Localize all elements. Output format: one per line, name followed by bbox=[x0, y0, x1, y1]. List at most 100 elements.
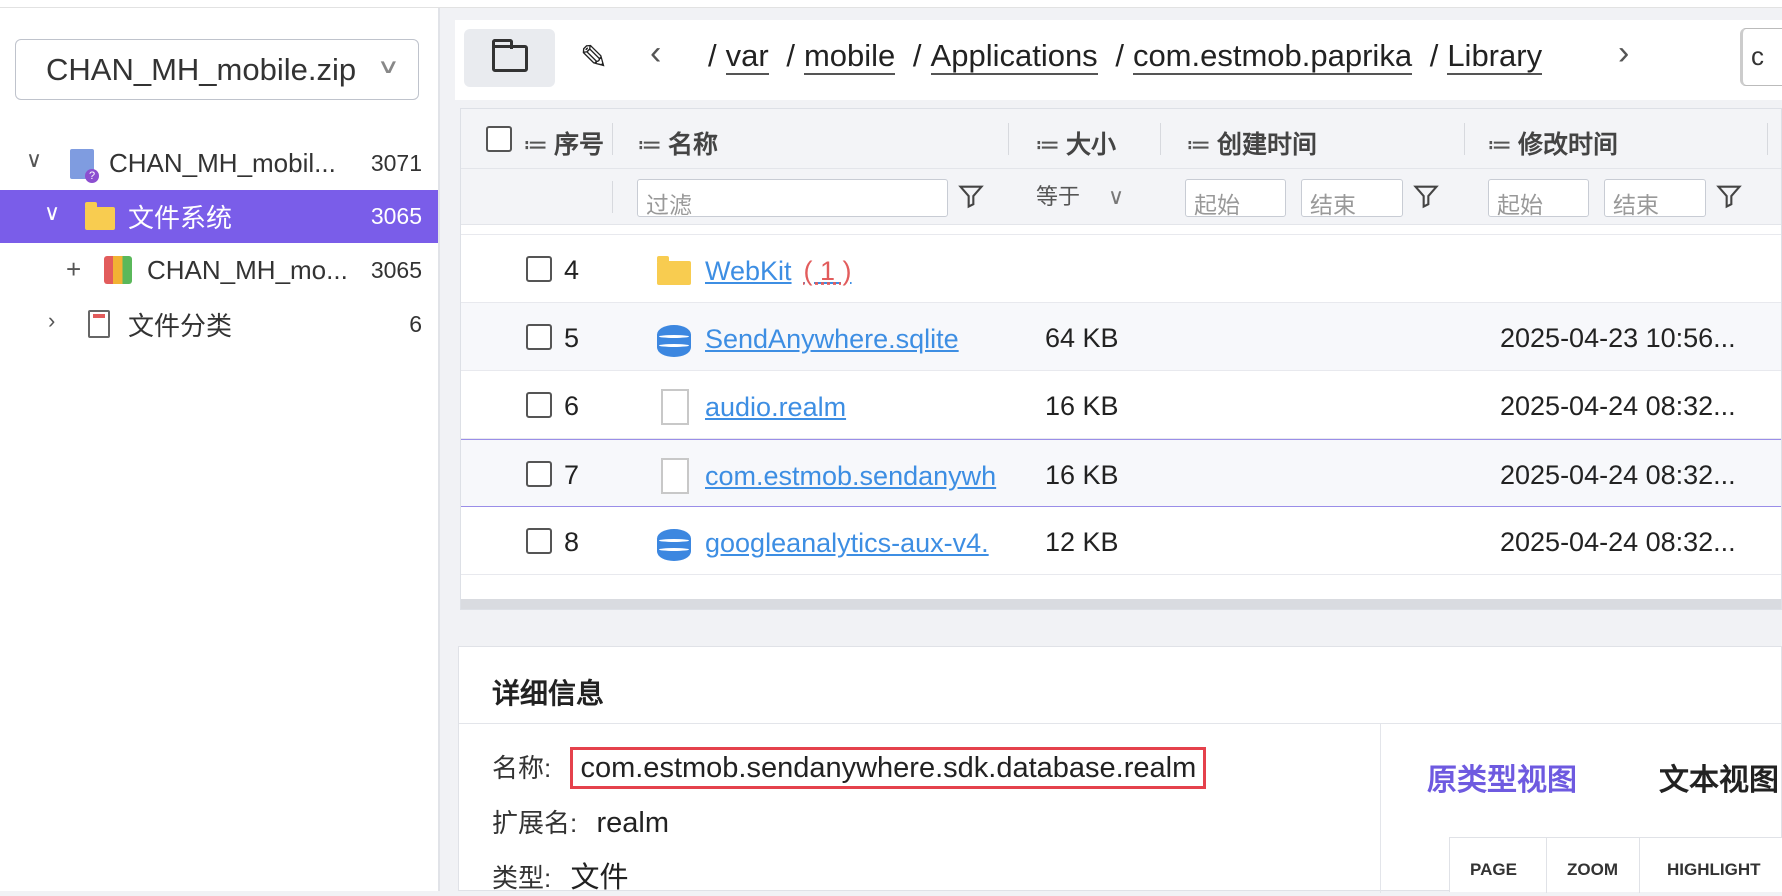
row-checkbox[interactable] bbox=[526, 392, 552, 418]
file-name-link[interactable]: googleanalytics-aux-v4. bbox=[705, 528, 1017, 559]
tree-item-filesystem[interactable]: ∨ 文件系统 3065 bbox=[0, 190, 438, 243]
detail-type-row: 类型: 文件 bbox=[492, 854, 628, 896]
column-header-size[interactable]: ≔ 大小 bbox=[1035, 125, 1116, 161]
row-checkbox[interactable] bbox=[526, 528, 552, 554]
viewer-highlight-button[interactable]: HIGHLIGHT bbox=[1667, 860, 1761, 880]
column-resizer[interactable] bbox=[1767, 123, 1768, 155]
folder-view-button[interactable] bbox=[464, 29, 555, 87]
column-header-index[interactable]: ≔ 序号 bbox=[523, 125, 604, 161]
modified-end-input[interactable]: 结束 bbox=[1604, 179, 1706, 218]
tree-item-archive[interactable]: + CHAN_MH_mo... 3065 bbox=[0, 244, 438, 297]
size-operator-select[interactable]: 等于 ∨ bbox=[1036, 179, 1124, 211]
table-row[interactable]: 5 SendAnywhere.sqlite 64 KB 2025-04-23 1… bbox=[461, 303, 1781, 371]
case-select-value: CHAN_MH_mobile.zip bbox=[46, 51, 357, 87]
viewer-toolbar: PAGE ZOOM HIGHLIGHT bbox=[1449, 837, 1782, 893]
file-name: WebKit bbox=[705, 256, 792, 286]
case-select-dropdown[interactable]: CHAN_MH_mobile.zip ∨ bbox=[15, 39, 419, 100]
breadcrumb-item[interactable]: com.estmob.paprika bbox=[1132, 38, 1413, 75]
panel-divider[interactable] bbox=[438, 8, 440, 891]
detail-name-value: com.estmob.sendanywhere.sdk.database.rea… bbox=[570, 747, 1207, 789]
breadcrumb-item[interactable]: Applications bbox=[930, 38, 1098, 75]
horizontal-scrollbar[interactable] bbox=[461, 599, 1781, 609]
column-label: 大小 bbox=[1066, 131, 1117, 159]
chevron-down-icon[interactable]: ∨ bbox=[44, 200, 60, 226]
viewer-zoom-button[interactable]: ZOOM bbox=[1567, 860, 1618, 880]
column-header-created[interactable]: ≔ 创建时间 bbox=[1186, 125, 1317, 161]
row-index: 7 bbox=[564, 460, 580, 490]
tree-item-count: 6 bbox=[409, 311, 422, 337]
table-row[interactable]: 6 audio.realm 16 KB 2025-04-24 08:32... bbox=[461, 371, 1781, 439]
table-row-partial bbox=[461, 225, 1781, 235]
file-icon bbox=[661, 458, 689, 494]
column-resizer[interactable] bbox=[1160, 123, 1161, 155]
name-filter-input[interactable]: 过滤 bbox=[637, 179, 948, 218]
tree-item-case[interactable]: ∨ CHAN_MH_mobil... 3071 bbox=[0, 137, 438, 190]
row-checkbox[interactable] bbox=[526, 461, 552, 487]
tree-item-label: 文件分类 bbox=[128, 311, 233, 341]
modified-time: 2025-04-24 08:32... bbox=[1500, 391, 1736, 421]
column-header-name[interactable]: ≔ 名称 bbox=[637, 125, 718, 161]
detail-ext-value: realm bbox=[596, 807, 669, 839]
tree-item-count: 3065 bbox=[370, 203, 422, 229]
filter-icon[interactable] bbox=[1715, 181, 1743, 211]
column-resizer[interactable] bbox=[1464, 123, 1465, 155]
file-name-link[interactable]: SendAnywhere.sqlite bbox=[705, 324, 1017, 355]
file-name-link[interactable]: audio.realm bbox=[705, 392, 1017, 423]
edit-icon[interactable]: ✎ bbox=[574, 38, 614, 78]
tab-raw-view[interactable]: 原类型视图 bbox=[1427, 755, 1577, 799]
column-resizer[interactable] bbox=[612, 123, 613, 155]
database-icon bbox=[657, 325, 691, 357]
tree-item-file-category[interactable]: › 文件分类 6 bbox=[0, 298, 438, 351]
tree-item-count: 3071 bbox=[370, 150, 422, 176]
divider bbox=[1546, 838, 1547, 893]
table-row[interactable]: 4 WebKit ( 1 ) bbox=[461, 235, 1781, 303]
file-size: 64 KB bbox=[1045, 323, 1119, 353]
created-end-input[interactable]: 结束 bbox=[1301, 179, 1403, 218]
chevron-right-icon[interactable]: › bbox=[48, 308, 55, 334]
folder-icon bbox=[85, 202, 115, 230]
divider bbox=[1639, 838, 1640, 893]
created-start-input[interactable]: 起始 bbox=[1185, 179, 1286, 218]
row-index: 5 bbox=[564, 323, 580, 353]
column-header-modified[interactable]: ≔ 修改时间 bbox=[1487, 125, 1618, 161]
filter-icon[interactable] bbox=[1412, 181, 1440, 211]
select-all-checkbox[interactable] bbox=[486, 126, 512, 152]
breadcrumb-item[interactable]: mobile bbox=[803, 38, 896, 75]
row-checkbox[interactable] bbox=[526, 256, 552, 282]
detail-label: 名称: bbox=[492, 753, 552, 783]
chevron-down-icon[interactable]: ∨ bbox=[26, 147, 42, 173]
column-label: 序号 bbox=[554, 131, 605, 159]
file-size: 16 KB bbox=[1045, 391, 1119, 421]
tree-item-label: CHAN_MH_mobil... bbox=[109, 148, 336, 178]
modified-start-input[interactable]: 起始 bbox=[1488, 179, 1589, 218]
tree-item-count: 3065 bbox=[370, 257, 422, 283]
table-row[interactable]: 8 googleanalytics-aux-v4. 12 KB 2025-04-… bbox=[461, 507, 1781, 575]
row-checkbox[interactable] bbox=[526, 324, 552, 350]
detail-ext-row: 扩展名: realm bbox=[492, 803, 669, 840]
modified-time: 2025-04-23 10:56... bbox=[1500, 323, 1736, 353]
detail-label: 扩展名: bbox=[492, 808, 578, 838]
row-index: 6 bbox=[564, 391, 580, 421]
detail-label: 类型: bbox=[492, 863, 552, 893]
breadcrumb-item[interactable]: var bbox=[725, 38, 769, 75]
expand-plus-icon[interactable]: + bbox=[66, 254, 81, 285]
folder-icon bbox=[491, 38, 528, 72]
details-title: 详细信息 bbox=[492, 678, 605, 709]
tree-item-label: 文件系统 bbox=[128, 203, 233, 233]
table-row-selected[interactable]: 7 com.estmob.sendanywh 16 KB 2025-04-24 … bbox=[461, 439, 1781, 507]
filter-icon[interactable] bbox=[957, 181, 985, 211]
chevron-right-icon[interactable]: › bbox=[1618, 34, 1629, 73]
chevron-left-icon[interactable]: ‹ bbox=[650, 34, 661, 73]
file-name-link[interactable]: WebKit ( 1 ) bbox=[705, 256, 1017, 287]
viewer-page-button[interactable]: PAGE bbox=[1470, 860, 1517, 880]
file-name-link[interactable]: com.estmob.sendanywh bbox=[705, 461, 1017, 492]
left-panel: CHAN_MH_mobile.zip ∨ ∨ CHAN_MH_mobil... … bbox=[0, 8, 438, 891]
details-panel: 详细信息 名称: com.estmob.sendanywhere.sdk.dat… bbox=[458, 646, 1782, 894]
breadcrumb-item[interactable]: Library bbox=[1447, 38, 1543, 75]
breadcrumb: / var / mobile / Applications / com.estmob.p… bbox=[708, 38, 1543, 75]
search-input[interactable]: c bbox=[1740, 28, 1782, 86]
tab-text-view[interactable]: 文本视图 bbox=[1659, 755, 1779, 799]
tree-item-label: CHAN_MH_mo... bbox=[147, 255, 348, 285]
file-size: 16 KB bbox=[1045, 460, 1119, 490]
column-resizer[interactable] bbox=[1008, 123, 1009, 155]
